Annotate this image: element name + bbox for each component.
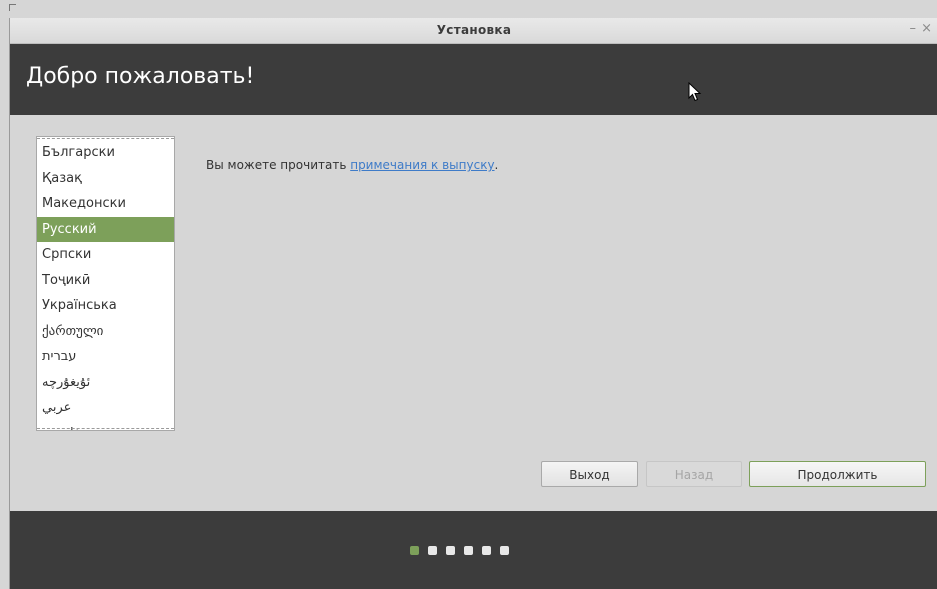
language-item[interactable]: عربي <box>37 395 174 421</box>
mouse-pointer-icon <box>688 82 702 102</box>
release-notes-prefix: Вы можете прочитать <box>206 158 351 172</box>
release-notes-text: Вы можете прочитать примечания к выпуску… <box>206 158 498 172</box>
language-item[interactable]: ئۇيغۇرچە <box>37 370 174 396</box>
language-item[interactable]: ქართული <box>37 319 174 345</box>
release-notes-suffix: . <box>494 158 499 172</box>
language-item[interactable]: עברית <box>37 344 174 370</box>
language-item[interactable]: Тоҷикӣ <box>37 268 174 294</box>
step-dot <box>428 546 437 555</box>
list-scroll-edge-bottom <box>37 428 174 429</box>
language-item[interactable]: Српски <box>37 242 174 268</box>
installer-window: Установка – × Добро пожаловать! Българск… <box>9 18 937 589</box>
window-titlebar[interactable]: Установка – × <box>10 18 937 44</box>
release-notes-link[interactable]: примечания к выпуску <box>350 158 494 172</box>
welcome-header: Добро пожаловать! <box>10 44 937 115</box>
language-item[interactable]: Български <box>37 140 174 166</box>
progress-footer <box>10 511 937 589</box>
step-dot <box>500 546 509 555</box>
language-items: Български Қазақ Македонски Русский Српски Тоҷ… <box>37 140 174 431</box>
language-item[interactable]: Македонски <box>37 191 174 217</box>
language-item[interactable]: Русский <box>37 216 174 242</box>
page-title: Добро пожаловать! <box>26 64 255 89</box>
language-list[interactable]: Български Қазақ Македонски Русский Српски Тоҷ… <box>36 136 175 431</box>
back-button[interactable]: Назад <box>646 461 742 487</box>
window-corner-marker <box>9 4 16 11</box>
quit-button[interactable]: Выход <box>541 461 638 487</box>
list-scroll-edge-top <box>37 138 174 139</box>
language-item[interactable]: Қазақ <box>37 166 174 192</box>
close-icon[interactable]: × <box>921 21 932 36</box>
step-dot <box>482 546 491 555</box>
step-indicator <box>410 546 509 555</box>
language-item[interactable]: Українська <box>37 293 174 319</box>
continue-button[interactable]: Продолжить <box>749 461 926 487</box>
step-dot <box>446 546 455 555</box>
window-title: Установка <box>436 23 512 37</box>
minimize-icon[interactable]: – <box>910 21 917 36</box>
language-item[interactable]: فارسی <box>37 421 174 431</box>
step-dot <box>464 546 473 555</box>
step-dot <box>410 546 419 555</box>
